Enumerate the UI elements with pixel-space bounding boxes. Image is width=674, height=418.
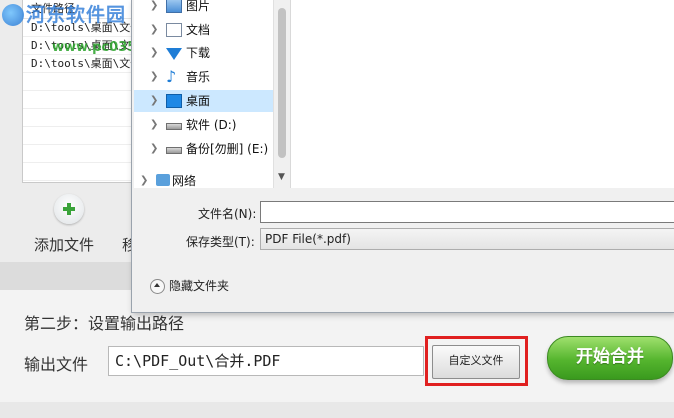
filetype-label: 保存类型(T): xyxy=(186,235,255,249)
file-list[interactable]: 文件路径 D:\tools\桌面\文件 D:\tools\桌面\文件 D:\to… xyxy=(22,0,142,183)
drive-icon xyxy=(166,123,182,130)
file-list-empty-row xyxy=(23,91,141,109)
file-list-empty-row xyxy=(23,73,141,91)
save-dialog: ❯ 图片 ❯ 文档 ❯ 下载 ❯ ♪ 音乐 ❯ 桌面 ❯ 软件 (D:) ❯ 备… xyxy=(131,0,674,313)
tree-item-downloads[interactable]: ❯ 下载 xyxy=(134,42,273,64)
file-list-empty-row xyxy=(23,145,141,163)
tree-item-label: 音乐 xyxy=(186,70,211,84)
tree-item-label: 下载 xyxy=(186,46,211,60)
tree-item-drive-d[interactable]: ❯ 软件 (D:) xyxy=(134,114,273,136)
file-list-empty-row xyxy=(23,109,141,127)
watermark-logo-icon xyxy=(2,4,24,26)
chevron-right-icon[interactable]: ❯ xyxy=(150,66,162,88)
file-list-row[interactable]: D:\tools\桌面\文件 xyxy=(23,55,141,73)
custom-file-button[interactable]: 自定义文件 xyxy=(432,345,520,379)
scrollbar-thumb[interactable] xyxy=(278,8,286,158)
drive-icon xyxy=(166,147,182,154)
filename-label: 文件名(N): xyxy=(198,207,257,221)
desktop-icon xyxy=(166,94,182,108)
tree-item-pictures[interactable]: ❯ 图片 xyxy=(134,0,273,17)
tree-item-label: 图片 xyxy=(186,0,211,13)
chevron-up-icon xyxy=(150,279,165,294)
music-icon: ♪ xyxy=(166,67,177,86)
chevron-right-icon[interactable]: ❯ xyxy=(150,42,162,64)
file-list-empty-row xyxy=(23,127,141,145)
file-view-pane[interactable] xyxy=(290,0,674,188)
watermark-text: 河东软件园 xyxy=(26,4,127,26)
chevron-right-icon[interactable]: ❯ xyxy=(140,170,152,192)
tree-item-label: 网络 xyxy=(172,174,197,188)
chevron-right-icon[interactable]: ❯ xyxy=(150,114,162,136)
hide-folders-label: 隐藏文件夹 xyxy=(169,279,230,293)
documents-icon xyxy=(166,23,182,37)
add-icon xyxy=(54,194,84,224)
pictures-icon xyxy=(166,0,182,13)
tree-item-label: 文档 xyxy=(186,23,211,37)
tree-scrollbar[interactable]: ▼ xyxy=(273,0,291,188)
output-file-label: 输出文件 xyxy=(24,355,89,374)
hide-folders-button[interactable]: 隐藏文件夹 xyxy=(150,277,229,294)
output-path-field[interactable]: C:\PDF_Out\合并.PDF xyxy=(108,346,424,376)
chevron-right-icon[interactable]: ❯ xyxy=(150,138,162,160)
chevron-right-icon[interactable]: ❯ xyxy=(150,19,162,41)
downloads-icon xyxy=(166,48,182,60)
folder-tree[interactable]: ❯ 图片 ❯ 文档 ❯ 下载 ❯ ♪ 音乐 ❯ 桌面 ❯ 软件 (D:) ❯ 备… xyxy=(134,0,273,188)
chevron-right-icon[interactable]: ❯ xyxy=(150,0,162,17)
add-file-button[interactable]: 添加文件 xyxy=(30,190,110,260)
chevron-right-icon[interactable]: ❯ xyxy=(150,90,162,112)
tree-item-label: 桌面 xyxy=(186,94,211,108)
scroll-down-icon[interactable]: ▼ xyxy=(278,172,285,182)
tree-item-label: 备份[勿删] (E:) xyxy=(186,142,269,156)
start-merge-button[interactable]: 开始合并 xyxy=(547,336,673,380)
tree-item-drive-e[interactable]: ❯ 备份[勿删] (E:) xyxy=(134,138,273,160)
tree-item-label: 软件 (D:) xyxy=(186,118,237,132)
network-icon xyxy=(156,174,170,186)
step2-title: 第二步：设置输出路径 xyxy=(24,314,185,333)
tree-item-network[interactable]: ❯ 网络 xyxy=(124,170,263,192)
tree-item-music[interactable]: ❯ ♪ 音乐 xyxy=(134,66,273,88)
filetype-select[interactable]: PDF File(*.pdf) xyxy=(260,228,674,250)
filename-input[interactable] xyxy=(260,201,674,223)
bottom-band xyxy=(0,402,674,418)
add-file-label: 添加文件 xyxy=(34,236,95,254)
tree-item-desktop[interactable]: ❯ 桌面 xyxy=(134,90,273,112)
tree-item-documents[interactable]: ❯ 文档 xyxy=(134,19,273,41)
